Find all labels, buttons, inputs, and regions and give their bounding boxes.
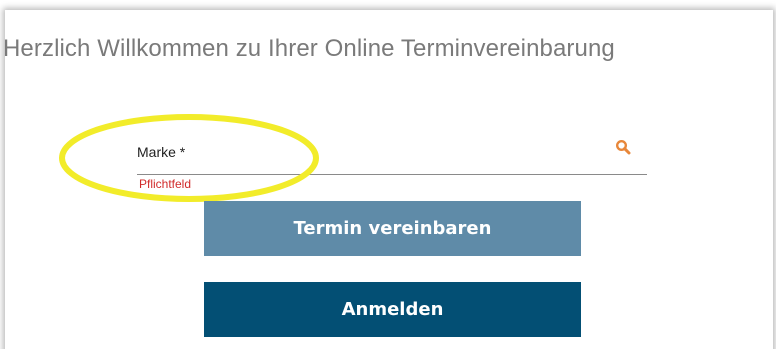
brand-field[interactable]: Marke *	[137, 136, 647, 175]
login-button[interactable]: Anmelden	[204, 282, 581, 337]
required-field-error: Pflichtfeld	[139, 177, 192, 191]
book-appointment-button[interactable]: Termin vereinbaren	[204, 201, 581, 256]
page-title: Herzlich Willkommen zu Ihrer Online Term…	[3, 35, 615, 62]
search-icon[interactable]	[615, 139, 631, 155]
brand-field-label: Marke *	[137, 144, 186, 160]
